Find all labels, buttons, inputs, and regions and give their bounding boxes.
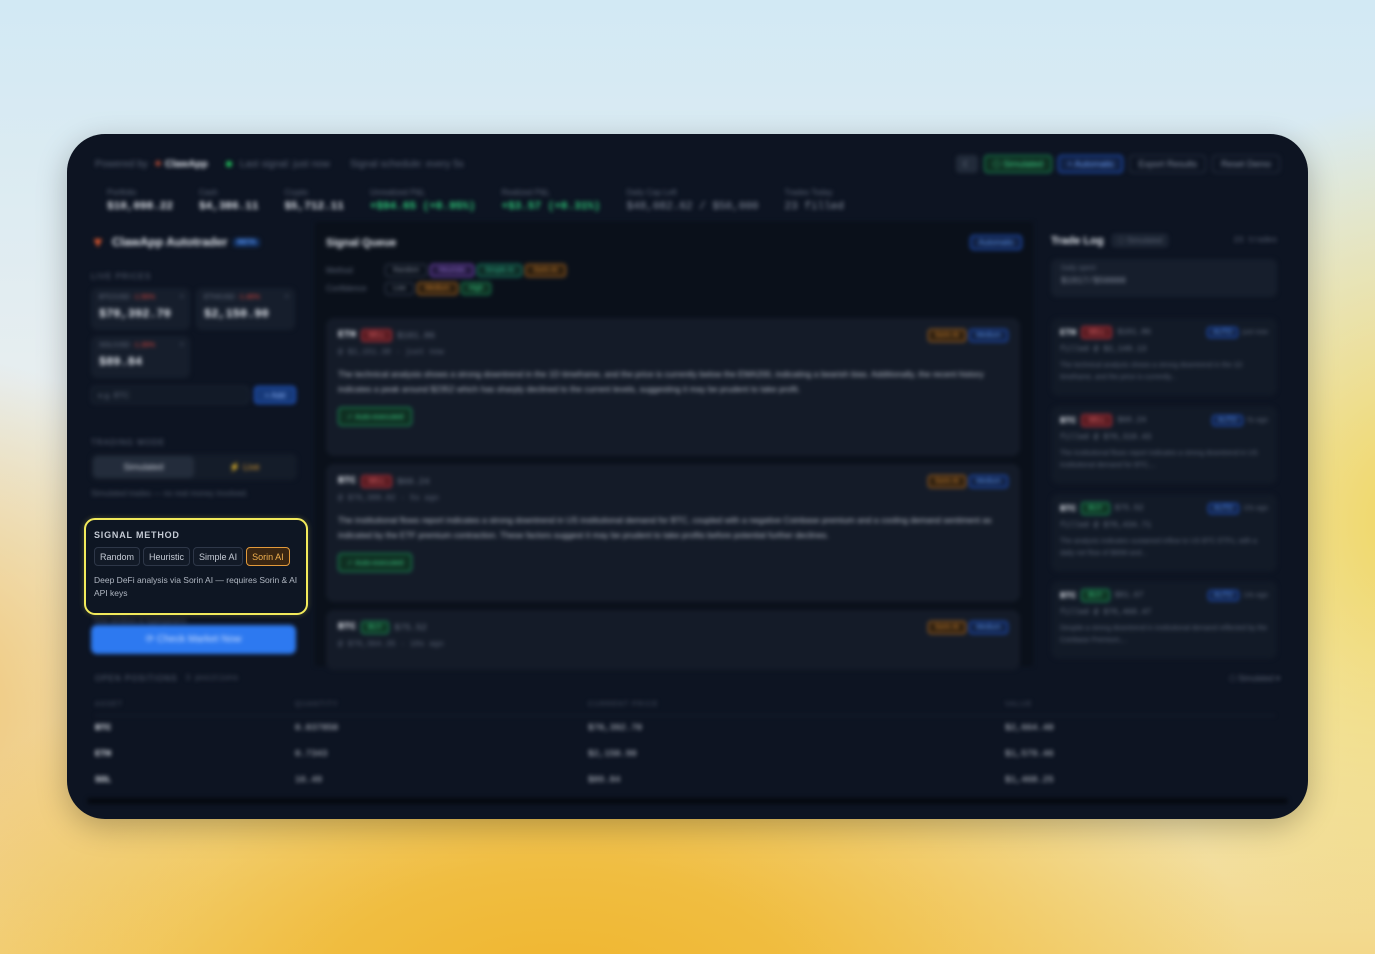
trade-log: Trade Log ⬡ Simulated 23 trades Daily sp… [1051, 234, 1277, 664]
stat-realized-pnl: Realized P&L +$3.57 (+0.31%) [501, 188, 601, 213]
last-signal-text: Last signal: just now [239, 158, 330, 170]
positions-count: 3 positions [185, 674, 239, 683]
side-badge: SELL [361, 475, 393, 488]
open-positions-title: OPEN POSITIONS [95, 674, 178, 683]
filter-random[interactable]: Random [385, 264, 428, 277]
method-sorin-ai-button[interactable]: Sorin AI [246, 547, 290, 566]
signal-rationale: The institutional flows report indicates… [338, 515, 992, 540]
filter-simple-ai[interactable]: Simple AI [476, 264, 523, 277]
app-title: ▼ ClawApp Autotrader BETA [91, 234, 297, 250]
signal-method-options: Random Heuristic Simple AI Sorin AI [94, 547, 298, 566]
stat-portfolio: Portfolio $10,098.22 [107, 188, 174, 213]
price-card-sol[interactable]: SOL/USD -1.39% $89.84 × [91, 336, 190, 378]
signal-queue-title: Signal Queue [326, 236, 397, 249]
column-header[interactable]: CURRENT PRICE [588, 695, 1005, 716]
filter-sorin-ai[interactable]: Sorin AI [525, 264, 566, 277]
method-simple-ai-button[interactable]: Simple AI [193, 547, 244, 566]
column-header[interactable]: QUANTITY [295, 695, 588, 716]
trade-log-item[interactable]: BTC BUY $81.67 AUTO 14s ago filled @ $70,469… [1051, 581, 1277, 659]
method-heuristic-button[interactable]: Heuristic [143, 547, 191, 566]
trade-log-item[interactable]: BTC SELL $60.24 AUTO 5s ago filled @ $70,319… [1051, 406, 1277, 484]
price-grid: BTC/USD -1.56% $70,392.70 × ETH/USD -1.48%… [91, 288, 297, 378]
claw-logo-icon: ▼ [91, 234, 105, 250]
stat-cash: Cash $4,386.11 [199, 188, 259, 213]
signal-rationale: The technical analysis shows a strong do… [338, 369, 984, 394]
price-card-btc[interactable]: BTC/USD -1.56% $70,392.70 × [91, 288, 190, 330]
export-results-button[interactable]: Export Results [1129, 155, 1206, 173]
simulated-note: Simulated trades — no real money involve… [91, 489, 248, 498]
queue-filters: Method Random Heuristic Simple AI Sorin … [315, 250, 1033, 295]
positions-mode-dropdown[interactable]: ⬡ Simulated ▾ [1229, 674, 1280, 683]
close-icon[interactable]: × [179, 340, 184, 349]
filter-heuristic[interactable]: Heuristic [430, 264, 474, 277]
beta-badge: BETA [233, 237, 260, 247]
stat-crypto: Crypto $5,712.11 [284, 188, 344, 213]
side-badge: BUY [361, 621, 390, 634]
filter-medium[interactable]: Medium [416, 282, 458, 295]
schedule-text: Signal schedule: every 5s [349, 158, 464, 170]
live-prices-title: LIVE PRICES [91, 272, 152, 281]
signal-method-panel: SIGNAL METHOD Random Heuristic Simple AI… [84, 518, 308, 615]
filter-high[interactable]: High [460, 282, 492, 295]
trade-log-item[interactable]: ETH SELL $101.86 AUTO just now filled @ $2,1… [1051, 318, 1277, 396]
background-dashboard: Powered by ✦ ClawApp Last signal: just n… [67, 134, 1308, 819]
auto-executed-badge: ✓ Auto-executed [338, 553, 413, 572]
signal-card[interactable]: BTC BUY $75.52 Sorin AI Medium @ $70,364.… [326, 610, 1020, 670]
column-header[interactable]: VALUE [1005, 695, 1275, 716]
close-icon[interactable]: × [284, 292, 289, 301]
positions-table: ASSET QUANTITY CURRENT PRICE VALUE BTC 0.… [95, 695, 1275, 793]
daily-spend-box: Daily spent $1917/$50000 [1051, 259, 1277, 297]
stat-daily-cap: Daily Cap Left $48,082.62 / $50,000 [626, 188, 759, 213]
app-window: Powered by ✦ ClawApp Last signal: just n… [67, 134, 1308, 819]
trade-log-badge: ⬡ Simulated [1111, 234, 1169, 247]
check-market-button[interactable]: ⟳ Check Market Now [91, 625, 296, 654]
trade-log-item[interactable]: BTC BUY $75.52 AUTO 10s ago filled @ $70,434… [1051, 494, 1277, 572]
trading-mode-toggle: Simulated ⚡ Live [91, 454, 297, 480]
table-row[interactable]: ETH 0.7343 $2,150.90 $1,579.46 [95, 741, 1275, 767]
stat-unrealized-pnl: Unrealized P&L +$94.65 (+0.95%) [369, 188, 476, 213]
auto-executed-badge: ✓ Auto-executed [338, 407, 413, 426]
automatic-toggle-button[interactable]: + Automatic [1058, 155, 1124, 173]
trading-mode-title: TRADING MODE [91, 438, 166, 447]
trade-count: 23 trades [1233, 236, 1277, 245]
add-asset-input[interactable]: e.g. BTC [91, 386, 249, 404]
signal-method-title: SIGNAL METHOD [94, 530, 180, 540]
mode-simulated-button[interactable]: Simulated [93, 456, 194, 478]
signal-card[interactable]: ETH SELL $101.86 Sorin AI Medium @ $2,151… [326, 318, 1020, 456]
price-card-eth[interactable]: ETH/USD -1.48% $2,150.90 × [196, 288, 295, 330]
signal-queue: Signal Queue Automatic Method Random Heu… [315, 222, 1033, 670]
close-icon[interactable]: × [179, 292, 184, 301]
signal-method-description: Deep DeFi analysis via Sorin AI — requir… [94, 575, 298, 598]
table-row[interactable]: BTC 0.037850 $70,392.70 $2,664.40 [95, 715, 1275, 741]
scrollbar[interactable] [87, 798, 1288, 804]
brand-link[interactable]: ✦ ClawApp [154, 159, 208, 170]
reset-demo-button[interactable]: Reset Demo [1211, 155, 1280, 173]
filter-low[interactable]: Low [385, 282, 414, 295]
stats-bar: Portfolio $10,098.22 Cash $4,386.11 Crypto… [107, 188, 870, 213]
side-badge: SELL [361, 329, 393, 342]
method-filter-label: Method [326, 266, 353, 275]
stat-trades-today: Trades Today 23 filled [784, 188, 844, 213]
table-row[interactable]: SOL 16.49 $89.84 $1,468.25 [95, 767, 1275, 793]
method-random-button[interactable]: Random [94, 547, 141, 566]
moon-icon[interactable]: ☾ [955, 155, 978, 173]
add-asset-button[interactable]: + Add [254, 386, 296, 404]
signal-card[interactable]: BTC SELL $60.24 Sorin AI Medium @ $70,389… [326, 464, 1020, 602]
open-positions: OPEN POSITIONS 3 positions ⬡ Simulated ▾… [87, 670, 1288, 810]
confidence-filter-label: Confidence [326, 284, 367, 293]
mode-live-button[interactable]: ⚡ Live [194, 456, 295, 478]
trade-log-title: Trade Log [1051, 234, 1104, 247]
powered-by-label: Powered by [95, 158, 148, 170]
column-header[interactable]: ASSET [95, 695, 295, 716]
status-dot-icon [225, 161, 232, 167]
top-bar: Powered by ✦ ClawApp Last signal: just n… [95, 154, 1280, 174]
time-windows-link[interactable]: Time windows & hyperparams [93, 618, 187, 625]
queue-mode-badge[interactable]: Automatic [970, 235, 1022, 250]
simulated-toggle-button[interactable]: ⬡ Simulated [983, 155, 1053, 173]
